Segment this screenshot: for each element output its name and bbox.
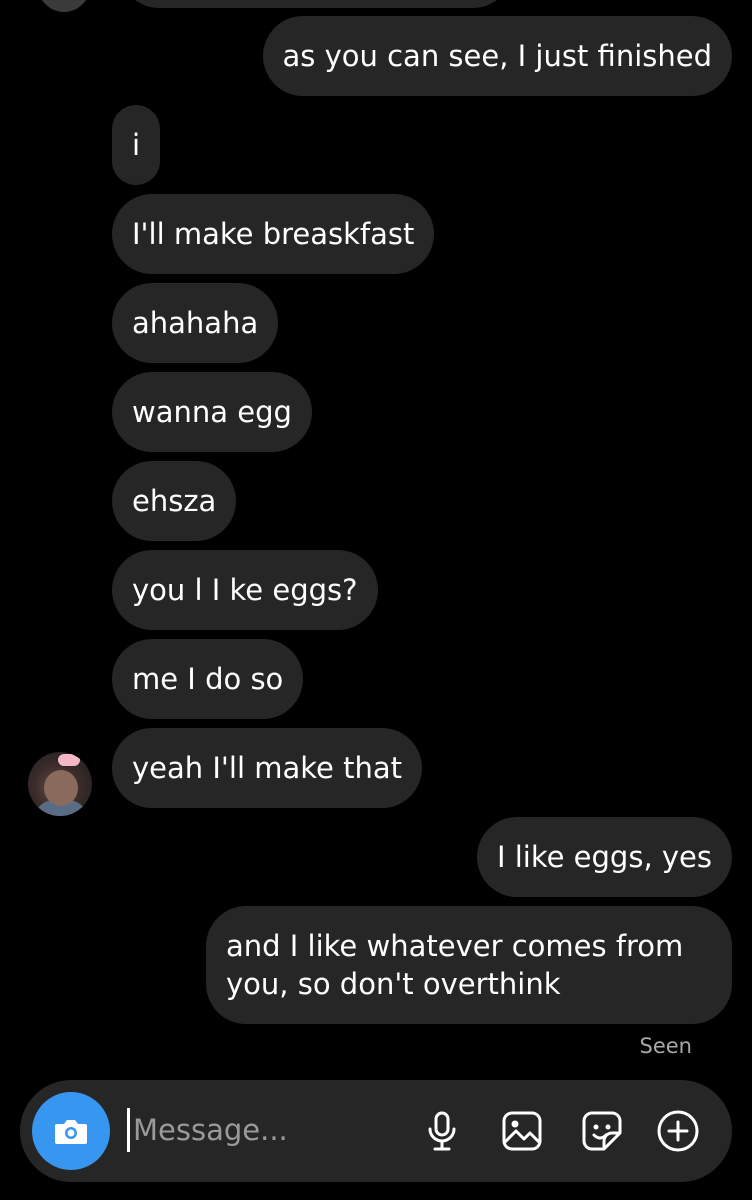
message-bubble-received[interactable]: ahahaha bbox=[112, 283, 279, 363]
microphone-icon bbox=[428, 1111, 456, 1151]
message-bubble-received[interactable]: you l I ke eggs? bbox=[112, 550, 378, 630]
message-bubble-sent[interactable]: and I like whatever comes from you, so d… bbox=[206, 906, 732, 1024]
message-bubble-sent[interactable]: I like eggs, yes bbox=[476, 817, 732, 897]
contact-avatar[interactable] bbox=[28, 752, 92, 816]
message-bubble-sent[interactable]: as you can see, I just finished bbox=[262, 16, 732, 96]
message-bubble-received[interactable]: wanna egg bbox=[112, 372, 312, 452]
chat-screen: as you can see, I just finished i I'll m… bbox=[0, 0, 752, 1200]
camera-button[interactable] bbox=[32, 1092, 110, 1170]
text-caret bbox=[127, 1108, 130, 1152]
message-bubble-received[interactable]: i bbox=[112, 105, 161, 185]
message-bubble-received[interactable]: I'll make breaskfast bbox=[112, 194, 435, 274]
gallery-button[interactable] bbox=[498, 1107, 546, 1155]
microphone-button[interactable] bbox=[418, 1107, 466, 1155]
gallery-icon bbox=[502, 1111, 542, 1151]
seen-status: Seen bbox=[639, 1034, 692, 1058]
sticker-icon bbox=[582, 1111, 622, 1151]
message-bubble-partial[interactable] bbox=[120, 0, 512, 8]
message-bubble-received[interactable]: me I do so bbox=[112, 639, 304, 719]
sticker-button[interactable] bbox=[578, 1107, 626, 1155]
message-bubble-received[interactable]: ehsza bbox=[112, 461, 237, 541]
message-composer bbox=[20, 1080, 732, 1182]
contact-avatar-partial[interactable] bbox=[36, 0, 92, 12]
message-input[interactable] bbox=[133, 1106, 403, 1154]
more-button[interactable] bbox=[654, 1107, 702, 1155]
camera-icon bbox=[55, 1120, 87, 1144]
plus-circle-icon bbox=[657, 1110, 699, 1152]
message-bubble-received[interactable]: yeah I'll make that bbox=[112, 728, 422, 808]
